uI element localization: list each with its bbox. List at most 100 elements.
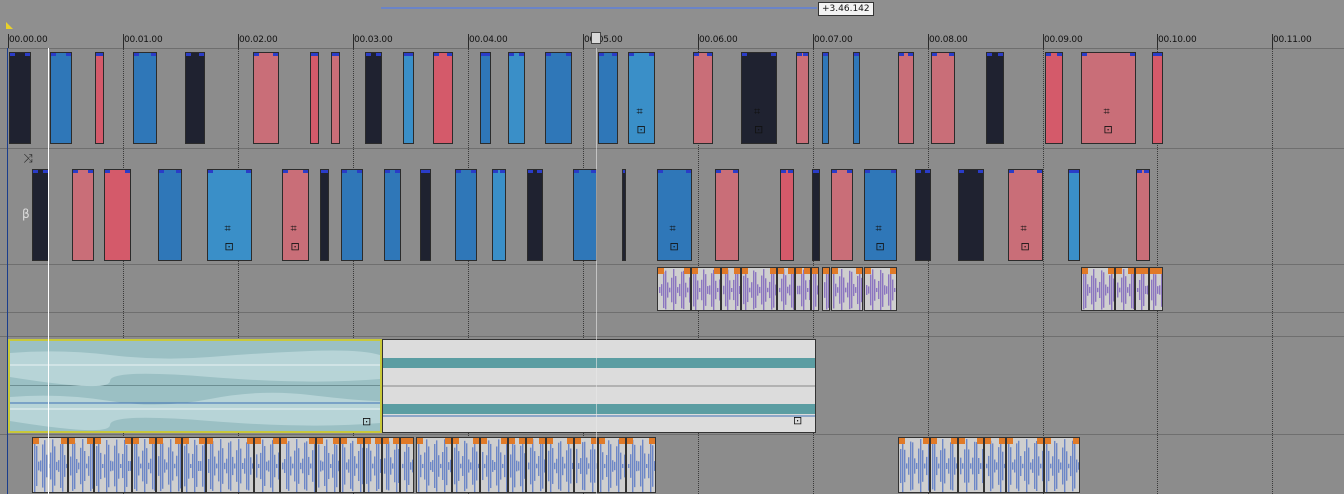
video-track-1[interactable]: ⌗ ⊡ ⌗ ⊡ ⌗ ⊡ [0, 48, 1344, 148]
trim-handle-left[interactable] [932, 53, 937, 56]
fade-handle-right[interactable] [175, 438, 181, 444]
fade-handle-left[interactable] [527, 438, 533, 444]
audio-event[interactable] [382, 437, 400, 493]
fade-handle-right[interactable] [247, 438, 253, 444]
video-event[interactable] [32, 169, 49, 261]
crop-icon[interactable]: ⌗ [1021, 222, 1027, 236]
trim-handle-left[interactable] [73, 170, 78, 173]
fade-handle-left[interactable] [832, 268, 838, 274]
video-event[interactable] [433, 52, 453, 144]
video-event[interactable] [931, 52, 955, 144]
trim-handle-right[interactable] [88, 170, 93, 173]
trim-handle-right[interactable] [649, 53, 654, 56]
video-event[interactable] [480, 52, 491, 144]
video-event[interactable] [72, 169, 94, 261]
loop-start-marker-icon[interactable] [6, 22, 13, 29]
trim-handle-right[interactable] [823, 53, 828, 56]
trim-handle-right[interactable] [323, 170, 328, 173]
fade-handle-right[interactable] [1037, 438, 1043, 444]
trim-handle-left[interactable] [105, 170, 110, 173]
audio-event[interactable] [831, 267, 863, 311]
fade-handle-left[interactable] [183, 438, 189, 444]
fade-handle-left[interactable] [509, 438, 515, 444]
trim-handle-left[interactable] [574, 170, 579, 173]
video-event[interactable]: ⌗ ⊡ [1081, 52, 1136, 144]
audio-event[interactable] [508, 437, 526, 493]
audio-event[interactable] [984, 437, 1006, 493]
audio-event[interactable] [741, 267, 777, 311]
fade-handle-left[interactable] [959, 438, 965, 444]
video-event[interactable] [133, 52, 157, 144]
audio-event[interactable] [795, 267, 811, 311]
audio-event[interactable] [1135, 267, 1149, 311]
fade-handle-right[interactable] [714, 268, 720, 274]
trim-handle-right[interactable] [612, 53, 617, 56]
trim-handle-right[interactable] [408, 53, 413, 56]
video-event[interactable] [853, 52, 860, 144]
fade-handle-right[interactable] [804, 268, 810, 274]
trim-handle-left[interactable] [528, 170, 533, 173]
audio-event[interactable] [254, 437, 280, 493]
video-event[interactable] [527, 169, 543, 261]
fade-handle-right[interactable] [812, 268, 818, 274]
audio-event[interactable] [721, 267, 741, 311]
audio-event[interactable] [811, 267, 819, 311]
audio-event-selected[interactable]: ⊡ [8, 339, 382, 433]
trim-handle-left[interactable] [159, 170, 164, 173]
trim-handle-left[interactable] [10, 53, 15, 56]
video-event[interactable]: ⌗ ⊡ [282, 169, 309, 261]
trim-handle-left[interactable] [1046, 53, 1051, 56]
audio-event[interactable] [364, 437, 382, 493]
video-event[interactable]: ⌗ ⊡ [628, 52, 655, 144]
loop-region-bar[interactable] [381, 7, 817, 9]
video-event[interactable] [598, 52, 618, 144]
fade-handle-left[interactable] [547, 438, 553, 444]
fade-handle-right[interactable] [199, 438, 205, 444]
video-event[interactable] [50, 52, 72, 144]
crop-icon[interactable]: ⌗ [291, 222, 297, 236]
video-event[interactable] [545, 52, 572, 144]
audio-event[interactable] [1115, 267, 1135, 311]
time-ruler[interactable]: 00.00.00 00.01.00 00.02.00 00.03.00 00.0… [0, 34, 1344, 49]
audio-event[interactable] [94, 437, 132, 493]
video-event[interactable] [508, 52, 525, 144]
video-event[interactable] [104, 169, 131, 261]
fade-handle-left[interactable] [658, 268, 664, 274]
trim-handle-right[interactable] [1157, 53, 1162, 56]
audio-event[interactable] [400, 437, 414, 493]
trim-handle-right[interactable] [376, 53, 381, 56]
trim-handle-right[interactable] [303, 170, 308, 173]
video-event[interactable] [384, 169, 401, 261]
fade-handle-right[interactable] [788, 268, 794, 274]
crop-icon[interactable]: ⌗ [670, 222, 676, 236]
trim-handle-right[interactable] [537, 170, 542, 173]
audio-event[interactable] [1044, 437, 1080, 493]
fade-handle-right[interactable] [501, 438, 507, 444]
trim-handle-right[interactable] [395, 170, 400, 173]
trim-handle-right[interactable] [771, 53, 776, 56]
fade-handle-left[interactable] [1007, 438, 1013, 444]
video-track-2[interactable]: ⤨ β ⌗ ⊡ ⌗ ⊡ ⌗ ⊡ ⌗ ⊡ ⌗ ⊡ [0, 149, 1344, 264]
fade-handle-left[interactable] [95, 438, 101, 444]
trim-handle-left[interactable] [493, 170, 498, 173]
audio-event[interactable] [864, 267, 897, 311]
audio-event[interactable] [574, 437, 598, 493]
fade-handle-left[interactable] [157, 438, 163, 444]
edit-cursor[interactable] [48, 48, 49, 494]
trim-handle-right[interactable] [1144, 170, 1149, 173]
trim-handle-left[interactable] [366, 53, 371, 56]
fade-handle-right[interactable] [684, 268, 690, 274]
fade-handle-right[interactable] [519, 438, 525, 444]
audio-event[interactable] [526, 437, 546, 493]
fade-handle-right[interactable] [1128, 268, 1134, 274]
trim-handle-right[interactable] [334, 53, 339, 56]
trim-handle-right[interactable] [733, 170, 738, 173]
trim-handle-right[interactable] [814, 170, 819, 173]
crop-icon[interactable]: ⌗ [225, 222, 231, 236]
pan-crop-icon[interactable]: ⊡ [225, 240, 234, 253]
trim-handle-right[interactable] [471, 170, 476, 173]
trim-handle-left[interactable] [987, 53, 992, 56]
pan-crop-icon[interactable]: ⊡ [1021, 240, 1030, 253]
video-event[interactable] [420, 169, 431, 261]
trim-handle-left[interactable] [546, 53, 551, 56]
